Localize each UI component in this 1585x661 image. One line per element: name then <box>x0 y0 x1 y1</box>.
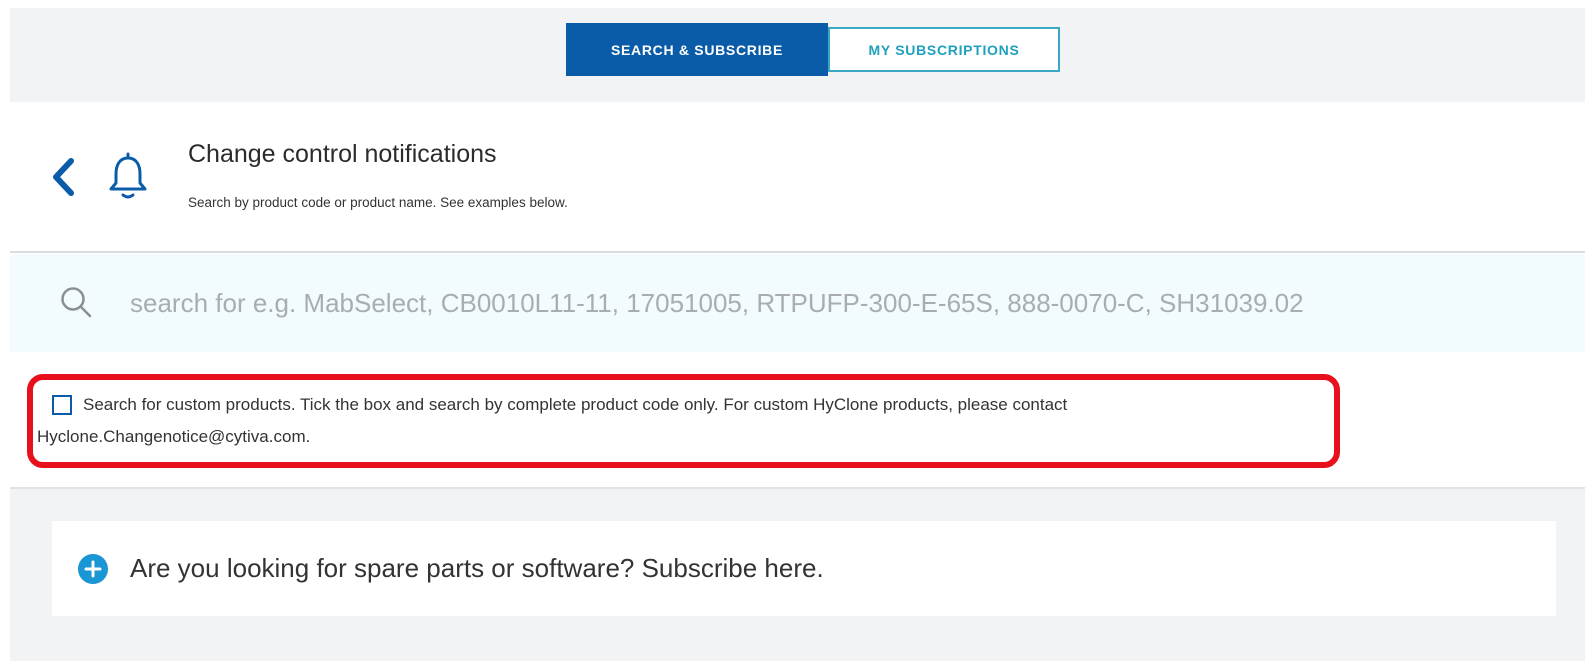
custom-products-label: Search for custom products. Tick the box… <box>83 395 1068 414</box>
tab-bar: SEARCH & SUBSCRIBE MY SUBSCRIPTIONS <box>566 23 1060 76</box>
search-input[interactable] <box>130 278 1530 328</box>
page: SEARCH & SUBSCRIBE MY SUBSCRIPTIONS Chan… <box>0 0 1585 661</box>
tab-strip: SEARCH & SUBSCRIBE MY SUBSCRIPTIONS <box>10 8 1585 102</box>
tab-search-subscribe[interactable]: SEARCH & SUBSCRIBE <box>566 23 828 76</box>
custom-products-checkbox[interactable] <box>52 395 72 415</box>
highlight-outline <box>27 374 1340 468</box>
spare-parts-text[interactable]: Are you looking for spare parts or softw… <box>130 553 824 584</box>
bell-icon <box>109 152 147 199</box>
tab-my-subscriptions[interactable]: MY SUBSCRIPTIONS <box>828 27 1060 72</box>
search-icon <box>61 287 92 318</box>
spare-parts-link[interactable]: Are you looking for spare parts or softw… <box>52 521 1556 616</box>
search-bar <box>10 254 1585 352</box>
divider <box>10 251 1585 253</box>
page-subtitle: Search by product code or product name. … <box>188 195 568 210</box>
custom-products-email: Hyclone.Changenotice@cytiva.com. <box>37 427 311 446</box>
page-title: Change control notifications <box>188 140 497 168</box>
chevron-left-icon[interactable] <box>48 152 78 202</box>
plus-circle-icon[interactable] <box>78 554 108 584</box>
